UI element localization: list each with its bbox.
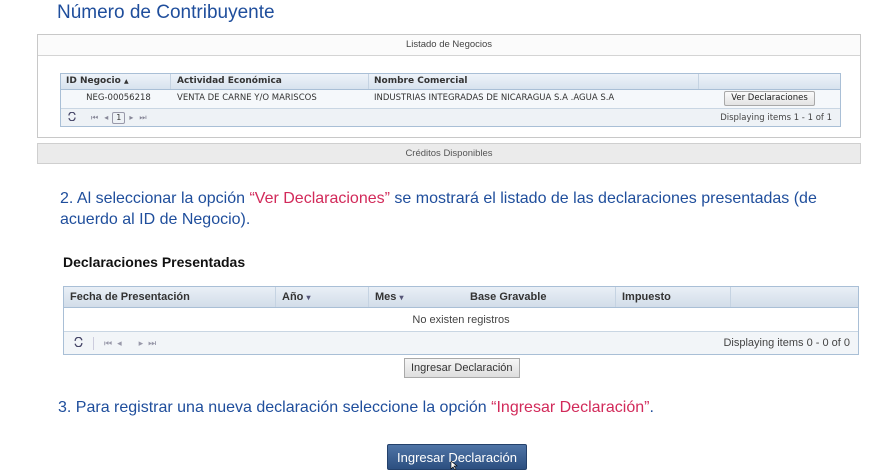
ver-declaraciones-button[interactable]: Ver Declaraciones [724,91,815,106]
empty-message: No existen registros [64,308,858,332]
page-number[interactable]: 1 [112,111,126,124]
first-page-icon[interactable]: ⏮ [104,338,115,349]
negocios-panel: Listado de Negocios ID Negocio ▲ Activid… [37,34,861,138]
dropdown-arrow-icon: ▾ [399,293,404,302]
declaraciones-grid: Fecha de Presentación Año ▾ Mes ▾ Base G… [63,286,859,355]
column-header-actividad[interactable]: Actividad Económica [171,74,369,89]
cell-actividad: VENTA DE CARNE Y/O MARISCOS [177,93,317,103]
mouse-pointer-icon [450,461,458,470]
highlight-ver-declaraciones: “Ver Declaraciones” [249,190,390,207]
pager-display-text: Displaying items 1 - 1 of 1 [720,112,832,123]
prev-page-icon[interactable]: ◂ [104,113,108,122]
cell-action: Ver Declaraciones [699,90,840,108]
cell-id-negocio: NEG-00056218 [86,93,151,103]
refresh-icon[interactable] [64,336,94,350]
column-header-impuesto[interactable]: Impuesto [616,287,731,307]
last-page-icon[interactable]: ⏭ [148,338,159,349]
dropdown-arrow-icon: ▾ [306,293,311,302]
declaraciones-title: Declaraciones Presentadas [63,254,246,270]
negocios-pager: ⏮ ◂ 1 ▸ ⏭ Displaying items 1 - 1 of 1 [61,108,840,126]
column-header-fecha[interactable]: Fecha de Presentación [64,287,276,307]
column-header-anio[interactable]: Año ▾ [276,287,369,307]
next-page-icon[interactable]: ▸ [139,338,147,349]
instruction-step-3: 3. Para registrar una nueva declaración … [58,399,654,416]
prev-page-icon[interactable]: ◂ [117,338,125,349]
column-header-id-negocio[interactable]: ID Negocio ▲ [61,74,171,89]
first-page-icon[interactable]: ⏮ [91,113,98,123]
negocios-grid-header: ID Negocio ▲ Actividad Económica Nombre … [61,74,840,90]
negocios-grid: ID Negocio ▲ Actividad Económica Nombre … [60,73,841,127]
pager-display-text: Displaying items 0 - 0 of 0 [723,337,850,349]
column-header-nombre[interactable]: Nombre Comercial [369,74,699,89]
column-header-actions [699,74,840,89]
last-page-icon[interactable]: ⏭ [139,113,146,123]
creditos-panel-header[interactable]: Créditos Disponibles [37,143,861,164]
column-header-extra [731,287,858,307]
sort-asc-icon: ▲ [123,78,129,85]
refresh-icon[interactable] [67,111,77,124]
column-header-mes[interactable]: Mes ▾ [369,287,464,307]
declaraciones-pager: ⏮ ◂ ▸ ⏭ Displaying items 0 - 0 of 0 [64,332,858,354]
ingresar-declaracion-button[interactable]: Ingresar Declaración [404,358,520,378]
highlight-ingresar-declaracion: “Ingresar Declaración” [491,399,650,416]
column-header-base-gravable[interactable]: Base Gravable [464,287,616,307]
table-row: NEG-00056218 VENTA DE CARNE Y/O MARISCOS… [61,90,840,108]
declaraciones-grid-header: Fecha de Presentación Año ▾ Mes ▾ Base G… [64,287,858,308]
instruction-step-2: 2. Al seleccionar la opción “Ver Declara… [60,190,817,228]
negocios-panel-title: Listado de Negocios [38,35,860,56]
page-title: Número de Contribuyente [57,2,275,23]
cell-nombre: INDUSTRIAS INTEGRADAS DE NICARAGUA S.A .… [374,93,615,103]
next-page-icon[interactable]: ▸ [129,113,133,122]
